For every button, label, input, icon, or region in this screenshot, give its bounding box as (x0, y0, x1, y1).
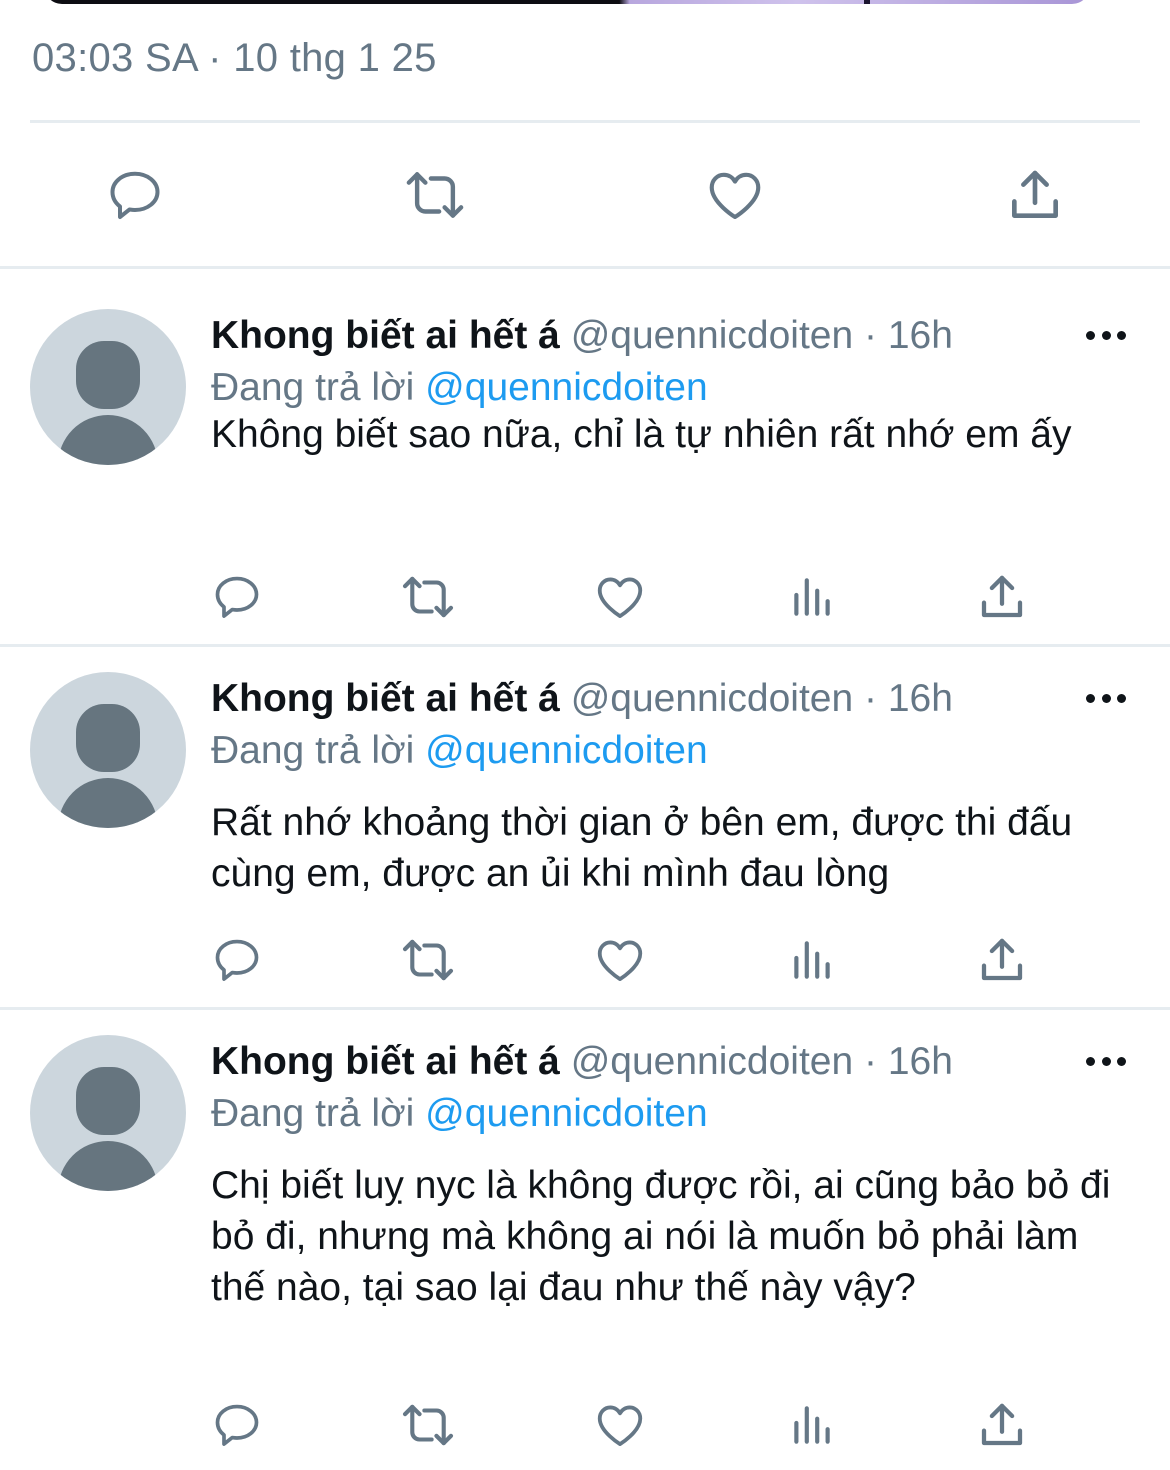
reply-tweet[interactable]: Khong biết ai hết á @quennicdoiten · 16h… (0, 632, 1170, 1007)
views-button[interactable] (782, 930, 842, 990)
like-button[interactable] (700, 160, 770, 230)
reply-text: Không biết sao nữa, chỉ là tự nhiên rất … (211, 413, 1072, 456)
replying-prefix: Đang trả lời (211, 366, 415, 409)
share-icon (981, 938, 1023, 981)
avatar-head (76, 341, 140, 409)
display-name[interactable]: Khong biết ai hết á (211, 1040, 560, 1083)
replying-to: Đang trả lời @quennicdoiten (211, 1091, 708, 1137)
like-button[interactable] (590, 930, 650, 990)
username[interactable]: @quennicdoiten (571, 314, 853, 357)
separator: · (864, 1040, 878, 1083)
reply-icon (110, 171, 160, 219)
share-icon (981, 575, 1023, 618)
analytics-icon (794, 941, 830, 979)
display-name[interactable]: Khong biết ai hết á (211, 314, 560, 357)
reply-time[interactable]: 16h (888, 314, 953, 357)
tweet-timestamp[interactable]: 03:03 SA · 10 thg 1 25 (32, 36, 437, 81)
retweet-icon (406, 172, 464, 218)
reply-time[interactable]: 16h (888, 1040, 953, 1083)
avatar-shoulders (58, 778, 158, 828)
views-button[interactable] (782, 567, 842, 627)
media-detail (864, 0, 870, 4)
heart-icon (597, 1405, 643, 1447)
analytics-icon (794, 578, 830, 616)
username[interactable]: @quennicdoiten (571, 1040, 853, 1083)
display-name[interactable]: Khong biết ai hết á (211, 677, 560, 720)
reply-action-bar (0, 567, 1170, 627)
reply-tweet[interactable]: Khong biết ai hết á @quennicdoiten · 16h… (0, 995, 1170, 1470)
avatar-shoulders (58, 1141, 158, 1191)
share-button[interactable] (972, 930, 1032, 990)
reply-icon (215, 939, 259, 981)
more-button[interactable] (1086, 1051, 1126, 1071)
replying-to: Đang trả lời @quennicdoiten (211, 365, 708, 411)
views-button[interactable] (782, 1395, 842, 1455)
retweet-icon (402, 1404, 454, 1446)
tweet-media-bottom-edge[interactable] (44, 0, 1090, 4)
reply-text: Chị biết luỵ nyc là không được rồi, ai c… (211, 1164, 1111, 1309)
mention-link[interactable]: @quennicdoiten (425, 366, 707, 409)
divider (30, 120, 1140, 123)
share-button[interactable] (972, 1395, 1032, 1455)
reply-header: Khong biết ai hết á @quennicdoiten · 16h (211, 313, 953, 359)
reply-button[interactable] (207, 930, 267, 990)
avatar-shoulders (58, 415, 158, 465)
reply-icon (215, 576, 259, 618)
mention-link[interactable]: @quennicdoiten (425, 1092, 707, 1135)
retweet-icon (402, 939, 454, 981)
share-icon (1012, 170, 1058, 218)
retweet-button[interactable] (398, 930, 458, 990)
replying-to: Đang trả lời @quennicdoiten (211, 728, 708, 774)
username[interactable]: @quennicdoiten (571, 677, 853, 720)
reply-icon (215, 1404, 259, 1446)
like-button[interactable] (590, 1395, 650, 1455)
heart-icon (597, 940, 643, 982)
reply-tweet[interactable]: Khong biết ai hết á @quennicdoiten · 16h… (0, 269, 1170, 644)
separator: · (864, 677, 878, 720)
heart-icon (597, 577, 643, 619)
like-button[interactable] (590, 567, 650, 627)
avatar[interactable] (30, 672, 186, 828)
reply-header: Khong biết ai hết á @quennicdoiten · 16h (211, 1039, 953, 1085)
avatar[interactable] (30, 1035, 186, 1191)
reply-button[interactable] (207, 1395, 267, 1455)
reply-action-bar (0, 1395, 1170, 1455)
mention-link[interactable]: @quennicdoiten (425, 729, 707, 772)
replying-prefix: Đang trả lời (211, 1092, 415, 1135)
share-button[interactable] (972, 567, 1032, 627)
retweet-button[interactable] (398, 1395, 458, 1455)
more-button[interactable] (1086, 325, 1126, 345)
avatar-head (76, 1067, 140, 1135)
share-icon (981, 1403, 1023, 1446)
heart-icon (709, 172, 761, 220)
avatar-head (76, 704, 140, 772)
more-button[interactable] (1086, 688, 1126, 708)
replying-prefix: Đang trả lời (211, 729, 415, 772)
reply-time[interactable]: 16h (888, 677, 953, 720)
separator: · (864, 314, 878, 357)
reply-button[interactable] (100, 160, 170, 230)
reply-action-bar (0, 930, 1170, 990)
avatar[interactable] (30, 309, 186, 465)
reply-text: Rất nhớ khoảng thời gian ở bên em, được … (211, 801, 1073, 895)
reply-header: Khong biết ai hết á @quennicdoiten · 16h (211, 676, 953, 722)
analytics-icon (794, 1406, 830, 1444)
tweet-action-bar (0, 160, 1170, 230)
retweet-icon (402, 576, 454, 618)
share-button[interactable] (1000, 160, 1070, 230)
retweet-button[interactable] (398, 567, 458, 627)
reply-button[interactable] (207, 567, 267, 627)
retweet-button[interactable] (400, 160, 470, 230)
